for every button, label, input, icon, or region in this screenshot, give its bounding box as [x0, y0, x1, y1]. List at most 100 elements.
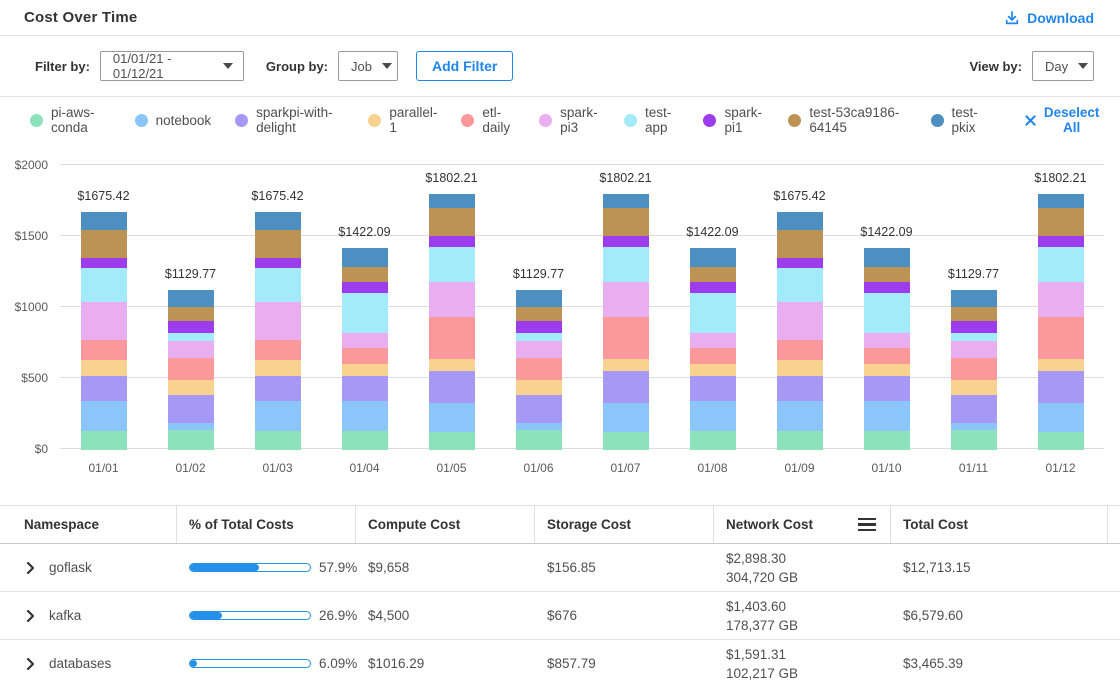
bar-segment-test-pkix[interactable] — [777, 212, 823, 230]
bar-segment-test-53ca9186-64145[interactable] — [81, 230, 127, 258]
bar-segment-test-53ca9186-64145[interactable] — [516, 307, 562, 321]
bar-segment-spark-pi3[interactable] — [1038, 282, 1084, 318]
bar-segment-parallel-1[interactable] — [81, 360, 127, 376]
bar-segment-spark-pi3[interactable] — [168, 341, 214, 358]
bar-segment-notebook[interactable] — [255, 401, 301, 431]
bar-segment-parallel-1[interactable] — [1038, 359, 1084, 371]
bar-segment-spark-pi1[interactable] — [255, 258, 301, 268]
bar-segment-etl-daily[interactable] — [429, 317, 475, 359]
bar-segment-test-app[interactable] — [516, 333, 562, 341]
bar-segment-test-pkix[interactable] — [516, 290, 562, 308]
bar-segment-sparkpi-with-delight[interactable] — [168, 395, 214, 423]
bar-segment-pi-aws-conda[interactable] — [342, 431, 388, 450]
bar-segment-test-53ca9186-64145[interactable] — [168, 307, 214, 321]
bar-segment-test-pkix[interactable] — [81, 212, 127, 230]
group-by-select[interactable]: Job — [338, 51, 398, 81]
bar-segment-spark-pi1[interactable] — [516, 321, 562, 333]
bar-segment-etl-daily[interactable] — [255, 340, 301, 360]
bar-segment-spark-pi3[interactable] — [342, 333, 388, 348]
bar-segment-sparkpi-with-delight[interactable] — [255, 376, 301, 401]
bar-segment-spark-pi3[interactable] — [690, 333, 736, 348]
bar-segment-test-pkix[interactable] — [690, 248, 736, 267]
bar-segment-spark-pi1[interactable] — [81, 258, 127, 268]
bar-segment-test-53ca9186-64145[interactable] — [342, 267, 388, 282]
bar-segment-spark-pi1[interactable] — [777, 258, 823, 268]
bar-segment-test-53ca9186-64145[interactable] — [777, 230, 823, 258]
bar-segment-pi-aws-conda[interactable] — [951, 430, 997, 450]
bar-segment-test-app[interactable] — [1038, 247, 1084, 282]
bar-segment-test-pkix[interactable] — [864, 248, 910, 267]
legend-item-spark-pi1[interactable]: spark-pi1 — [703, 105, 764, 135]
bar-segment-etl-daily[interactable] — [1038, 317, 1084, 359]
bar-segment-sparkpi-with-delight[interactable] — [951, 395, 997, 423]
bar-segment-test-app[interactable] — [690, 293, 736, 333]
bar-segment-notebook[interactable] — [81, 401, 127, 431]
legend-item-test-app[interactable]: test-app — [624, 105, 680, 135]
bar-segment-spark-pi1[interactable] — [603, 236, 649, 247]
bar-segment-test-pkix[interactable] — [603, 194, 649, 208]
legend-item-test-53ca9186-64145[interactable]: test-53ca9186-64145 — [788, 105, 906, 135]
bar-segment-parallel-1[interactable] — [342, 364, 388, 376]
bar-segment-spark-pi3[interactable] — [429, 282, 475, 318]
expand-row-icon[interactable] — [26, 609, 35, 623]
bar-segment-test-pkix[interactable] — [1038, 194, 1084, 208]
bar-segment-spark-pi3[interactable] — [255, 302, 301, 340]
bar-segment-parallel-1[interactable] — [168, 380, 214, 395]
view-by-select[interactable]: Day — [1032, 51, 1094, 81]
bar-segment-test-pkix[interactable] — [168, 290, 214, 308]
bar-segment-test-app[interactable] — [255, 268, 301, 302]
bar-segment-etl-daily[interactable] — [603, 317, 649, 359]
legend-item-spark-pi3[interactable]: spark-pi3 — [539, 105, 600, 135]
bar-segment-parallel-1[interactable] — [429, 359, 475, 371]
bar-segment-notebook[interactable] — [516, 423, 562, 430]
bar-segment-notebook[interactable] — [951, 423, 997, 430]
bar-segment-test-app[interactable] — [168, 333, 214, 341]
bar-segment-pi-aws-conda[interactable] — [603, 432, 649, 450]
bar-segment-spark-pi3[interactable] — [777, 302, 823, 340]
legend-item-etl-daily[interactable]: etl-daily — [461, 105, 515, 135]
bar-segment-notebook[interactable] — [864, 401, 910, 431]
bar-segment-test-53ca9186-64145[interactable] — [690, 267, 736, 282]
bar-segment-sparkpi-with-delight[interactable] — [81, 376, 127, 401]
bar-segment-pi-aws-conda[interactable] — [690, 431, 736, 450]
bar-segment-parallel-1[interactable] — [864, 364, 910, 376]
bar-segment-etl-daily[interactable] — [690, 348, 736, 364]
bar-segment-sparkpi-with-delight[interactable] — [342, 376, 388, 401]
bar-segment-spark-pi1[interactable] — [864, 282, 910, 292]
bar-segment-pi-aws-conda[interactable] — [255, 431, 301, 450]
legend-item-test-pkix[interactable]: test-pkix — [931, 105, 988, 135]
bar-segment-sparkpi-with-delight[interactable] — [516, 395, 562, 423]
bar-segment-notebook[interactable] — [603, 403, 649, 431]
bar-segment-etl-daily[interactable] — [516, 358, 562, 380]
bar-segment-test-app[interactable] — [603, 247, 649, 282]
bar-segment-test-app[interactable] — [777, 268, 823, 302]
bar-segment-test-53ca9186-64145[interactable] — [603, 208, 649, 235]
bar-segment-pi-aws-conda[interactable] — [168, 430, 214, 450]
bar-segment-etl-daily[interactable] — [864, 348, 910, 364]
bar-segment-sparkpi-with-delight[interactable] — [690, 376, 736, 401]
bar-segment-parallel-1[interactable] — [603, 359, 649, 371]
bar-segment-test-53ca9186-64145[interactable] — [429, 208, 475, 235]
bar-segment-pi-aws-conda[interactable] — [81, 431, 127, 450]
bar-segment-etl-daily[interactable] — [168, 358, 214, 380]
bar-segment-sparkpi-with-delight[interactable] — [429, 371, 475, 403]
bar-segment-sparkpi-with-delight[interactable] — [777, 376, 823, 401]
bar-segment-pi-aws-conda[interactable] — [516, 430, 562, 450]
bar-segment-spark-pi1[interactable] — [429, 236, 475, 247]
bar-segment-spark-pi3[interactable] — [516, 341, 562, 358]
bar-segment-parallel-1[interactable] — [516, 380, 562, 395]
bar-segment-test-pkix[interactable] — [255, 212, 301, 230]
bar-segment-test-53ca9186-64145[interactable] — [864, 267, 910, 282]
bar-segment-pi-aws-conda[interactable] — [864, 431, 910, 450]
bar-segment-parallel-1[interactable] — [777, 360, 823, 376]
bar-segment-test-app[interactable] — [429, 247, 475, 282]
bar-segment-test-app[interactable] — [342, 293, 388, 333]
expand-row-icon[interactable] — [26, 561, 35, 575]
expand-row-icon[interactable] — [26, 657, 35, 671]
bar-segment-sparkpi-with-delight[interactable] — [1038, 371, 1084, 403]
bar-segment-test-app[interactable] — [81, 268, 127, 302]
bar-segment-notebook[interactable] — [777, 401, 823, 431]
bar-segment-parallel-1[interactable] — [951, 380, 997, 395]
bar-segment-spark-pi3[interactable] — [81, 302, 127, 340]
bar-segment-spark-pi1[interactable] — [690, 282, 736, 292]
